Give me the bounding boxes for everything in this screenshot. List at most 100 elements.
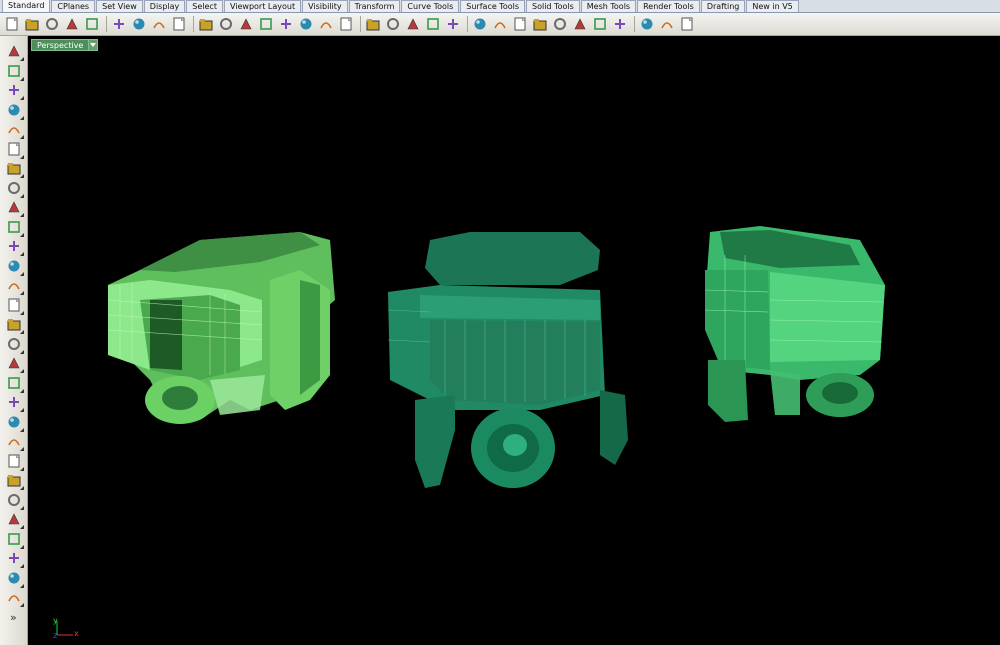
toolbar-tab-strip: Standard CPlanes Set View Display Select View… xyxy=(0,0,1000,13)
select-window-icon[interactable] xyxy=(424,15,442,33)
shade-icon[interactable] xyxy=(571,15,589,33)
tab-visibility[interactable]: Visibility xyxy=(302,0,348,12)
blend-icon[interactable] xyxy=(5,452,24,471)
polygon-icon[interactable] xyxy=(5,198,24,217)
explode-icon[interactable] xyxy=(5,510,24,529)
group-icon[interactable] xyxy=(5,530,24,549)
tab-drafting[interactable]: Drafting xyxy=(700,0,746,12)
tab-solid-tools[interactable]: Solid Tools xyxy=(526,0,580,12)
move-gumball-icon[interactable] xyxy=(5,393,24,412)
offset-icon[interactable] xyxy=(5,237,24,256)
zoom-window-icon[interactable] xyxy=(257,15,275,33)
zoom-extents-icon[interactable] xyxy=(277,15,295,33)
toolbar-separator xyxy=(106,16,107,32)
zoom-target-icon[interactable] xyxy=(337,15,355,33)
pan-icon[interactable] xyxy=(197,15,215,33)
point-icon[interactable] xyxy=(5,62,24,81)
block-icon[interactable] xyxy=(5,588,24,607)
four-views-icon[interactable] xyxy=(364,15,382,33)
arc-icon[interactable] xyxy=(5,159,24,178)
tab-set-view[interactable]: Set View xyxy=(96,0,143,12)
tab-display[interactable]: Display xyxy=(143,0,186,12)
copy-icon[interactable] xyxy=(130,15,148,33)
cap-icon[interactable] xyxy=(5,432,24,451)
sphere-icon[interactable] xyxy=(5,296,24,315)
axis-y-label: y xyxy=(53,616,58,625)
print-icon[interactable] xyxy=(63,15,81,33)
flyout-indicator xyxy=(20,57,24,61)
toolbar-separator xyxy=(360,16,361,32)
join-icon[interactable] xyxy=(5,491,24,510)
options-icon[interactable] xyxy=(658,15,676,33)
extrude-icon[interactable] xyxy=(5,354,24,373)
tab-surface-tools[interactable]: Surface Tools xyxy=(460,0,526,12)
tab-render-tools[interactable]: Render Tools xyxy=(637,0,700,12)
viewport-title-tab[interactable]: Perspective xyxy=(31,39,99,51)
tab-curve-tools[interactable]: Curve Tools xyxy=(401,0,460,12)
tab-mesh-tools[interactable]: Mesh Tools xyxy=(580,0,637,12)
cplane-icon[interactable] xyxy=(384,15,402,33)
flyout-indicator xyxy=(20,349,24,354)
material-icon[interactable] xyxy=(531,15,549,33)
viewport-title[interactable]: Perspective xyxy=(31,39,90,51)
flyout-indicator xyxy=(20,544,24,549)
sphere-render-icon[interactable] xyxy=(611,15,629,33)
plane-surface-icon[interactable] xyxy=(5,335,24,354)
tab-standard[interactable]: Standard xyxy=(2,0,51,12)
perspective-viewport[interactable]: Perspective x y z xyxy=(29,36,1000,645)
undo-icon[interactable] xyxy=(170,15,188,33)
cut-icon[interactable] xyxy=(110,15,128,33)
model-middle xyxy=(387,232,628,488)
flyout-indicator xyxy=(20,388,24,393)
lock-icon[interactable] xyxy=(444,15,462,33)
flyout-indicator xyxy=(20,174,24,178)
viewport-menu-dropdown-icon[interactable] xyxy=(89,39,99,51)
trim-icon[interactable] xyxy=(5,471,24,490)
save-icon[interactable] xyxy=(43,15,61,33)
zoom-selected-icon[interactable] xyxy=(297,15,315,33)
properties-icon[interactable] xyxy=(638,15,656,33)
curve-icon[interactable] xyxy=(5,101,24,120)
rectangle-icon[interactable] xyxy=(5,179,24,198)
more-tools-chevron[interactable]: » xyxy=(10,611,17,624)
flyout-indicator xyxy=(20,232,24,237)
circle-icon[interactable] xyxy=(5,120,24,139)
axis-x-label: x xyxy=(74,629,79,638)
new-icon[interactable] xyxy=(3,15,21,33)
tab-transform[interactable]: Transform xyxy=(348,0,401,12)
grid-icon[interactable] xyxy=(404,15,422,33)
hide-icon[interactable] xyxy=(471,15,489,33)
array-icon[interactable] xyxy=(5,549,24,568)
text-icon[interactable] xyxy=(5,569,24,588)
box-icon[interactable] xyxy=(5,276,24,295)
open-icon[interactable] xyxy=(23,15,41,33)
import-icon[interactable] xyxy=(83,15,101,33)
help-icon[interactable] xyxy=(678,15,696,33)
flyout-indicator xyxy=(20,369,24,373)
zoom-icon[interactable] xyxy=(237,15,255,33)
fillet-icon[interactable] xyxy=(5,218,24,237)
flyout-indicator xyxy=(20,193,24,198)
render-icon[interactable] xyxy=(591,15,609,33)
paste-icon[interactable] xyxy=(150,15,168,33)
cylinder-icon[interactable] xyxy=(5,315,24,334)
polyline-icon[interactable] xyxy=(5,81,24,100)
light-icon[interactable] xyxy=(491,15,509,33)
layer-lock-icon[interactable] xyxy=(511,15,529,33)
tab-select[interactable]: Select xyxy=(186,0,223,12)
ellipse-icon[interactable] xyxy=(5,140,24,159)
color-wheel-icon[interactable] xyxy=(551,15,569,33)
flyout-indicator xyxy=(20,115,24,120)
tab-new-in-v5[interactable]: New in V5 xyxy=(746,0,799,12)
mesh-icon[interactable] xyxy=(5,413,24,432)
tab-viewport-layout[interactable]: Viewport Layout xyxy=(223,0,302,12)
move-icon[interactable] xyxy=(217,15,235,33)
select-arrow-icon[interactable] xyxy=(5,42,24,61)
boolean-icon[interactable] xyxy=(5,374,24,393)
extend-icon[interactable] xyxy=(5,257,24,276)
main-left-toolbar: » xyxy=(0,36,28,645)
rotate-view-icon[interactable] xyxy=(317,15,335,33)
model-right xyxy=(704,226,885,422)
flyout-indicator xyxy=(20,603,24,607)
tab-cplanes[interactable]: CPlanes xyxy=(51,0,96,12)
